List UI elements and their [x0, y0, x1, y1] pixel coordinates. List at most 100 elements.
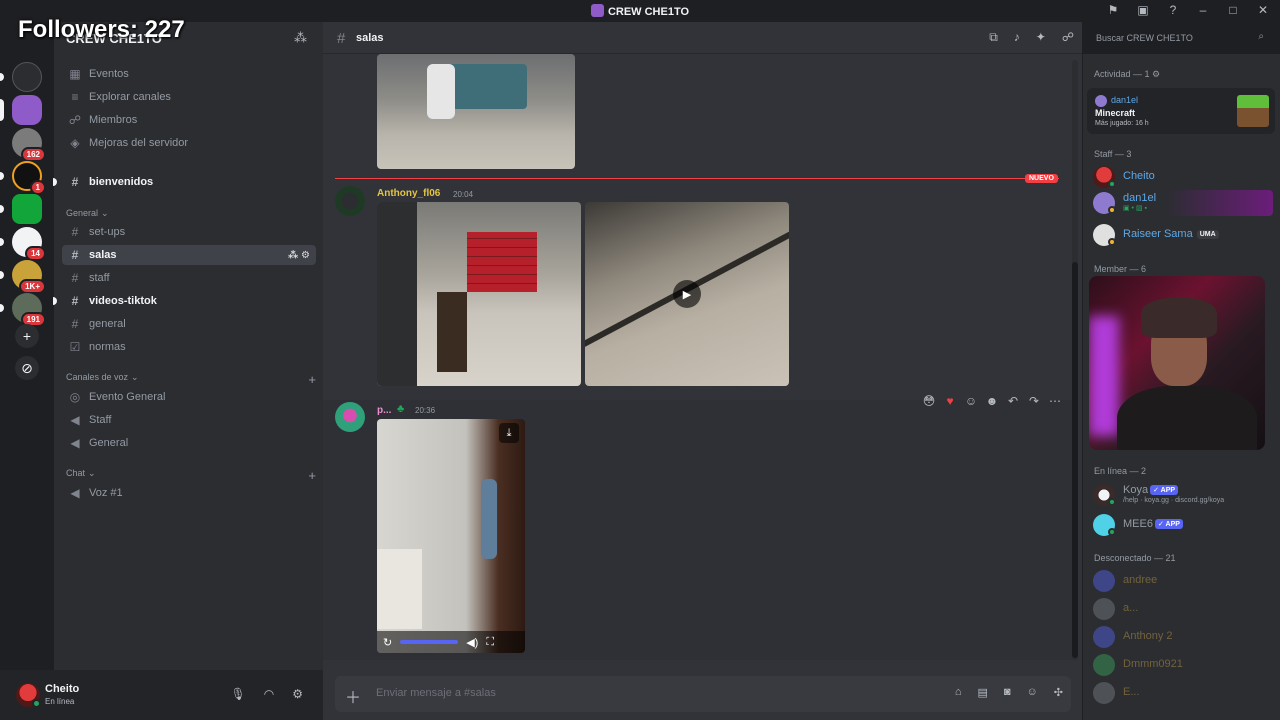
search-input[interactable]: Buscar CREW CHE1TO ⌕	[1090, 28, 1270, 48]
avatar[interactable]	[335, 186, 365, 216]
gear-icon[interactable]: ⚙	[301, 250, 310, 261]
attachment-image[interactable]	[377, 54, 575, 169]
scrollbar-thumb[interactable]	[1072, 262, 1078, 658]
add-channel-icon[interactable]: +	[308, 468, 316, 483]
pin-icon[interactable]: ✦	[1036, 30, 1046, 45]
server-item[interactable]: 14	[0, 227, 46, 261]
sidebar-item-events[interactable]: ▦ Eventos	[62, 64, 316, 84]
server-item[interactable]	[0, 62, 42, 92]
minimize-icon[interactable]: –	[1196, 3, 1210, 17]
add-server-button[interactable]: +	[15, 324, 39, 348]
member-list-icon[interactable]: ☍	[1062, 30, 1074, 45]
activity-card[interactable]: dan1el Minecraft Más jugado: 16 h	[1087, 88, 1275, 134]
message-composer[interactable]: ＋ Enviar mensaje a #salas ⌂ ▤ ◙ ☺ ✣	[335, 676, 1071, 712]
add-member-icon[interactable]: ⁂	[288, 250, 298, 261]
member-item[interactable]: MEE6 ✓ APP	[1093, 512, 1273, 538]
help-icon[interactable]: ?	[1166, 3, 1180, 17]
voice-channel-general[interactable]: ◀ General	[62, 433, 316, 453]
more-icon[interactable]: ⋯	[1048, 394, 1062, 408]
download-icon[interactable]: ⤓	[499, 423, 519, 443]
add-reaction-icon[interactable]: ☻	[985, 394, 999, 408]
server-item[interactable]: 191	[0, 293, 46, 327]
category-general[interactable]: General ⌄	[66, 208, 316, 219]
discover-button[interactable]: ⊘	[15, 356, 39, 380]
message-input[interactable]: Enviar mensaje a #salas	[376, 687, 496, 699]
member-item[interactable]: Dmmm0921	[1093, 652, 1273, 678]
voice-channel-staff[interactable]: ◀ Staff	[62, 410, 316, 430]
server-item-active[interactable]	[0, 95, 42, 125]
section-staff: Staff — 3	[1094, 149, 1132, 159]
gift-icon[interactable]: ⌂	[955, 686, 962, 699]
member-item[interactable]: Raiseer Sama UMA	[1093, 222, 1273, 248]
app-badge: ✓ APP	[1154, 519, 1183, 529]
category-voice[interactable]: Canales de voz ⌄ +	[66, 372, 316, 387]
gear-icon[interactable]: ⚙	[292, 687, 303, 701]
add-channel-icon[interactable]: +	[308, 372, 316, 387]
server-item[interactable]: 1K+	[0, 260, 46, 294]
channel-bienvenidos[interactable]: # bienvenidos	[53, 172, 316, 192]
attachment-video[interactable]: ▶	[585, 202, 789, 386]
play-icon[interactable]: ▶	[673, 280, 701, 308]
mute-bell-icon[interactable]: ♪	[1014, 30, 1020, 45]
category-chat[interactable]: Chat ⌄ +	[66, 468, 316, 483]
heart-emoji-icon[interactable]: ♥	[943, 394, 957, 408]
sidebar-item-boosts[interactable]: ◈ Mejoras del servidor	[62, 133, 316, 153]
avatar[interactable]	[335, 402, 365, 432]
reply-icon[interactable]: ↶	[1006, 394, 1020, 408]
channel-videos-tiktok[interactable]: # videos-tiktok	[53, 291, 316, 311]
attachment-video-player[interactable]: ⤓ ↻ ◀) ⛶	[377, 419, 525, 653]
member-item[interactable]: Cheito	[1093, 164, 1273, 190]
server-item[interactable]: 162	[12, 128, 46, 162]
member-item[interactable]: andree	[1093, 568, 1273, 594]
voice-channel-evento-general[interactable]: ◎ Evento General	[62, 387, 316, 407]
stage-icon: ◎	[69, 390, 81, 404]
channel-staff[interactable]: # staff	[62, 268, 316, 288]
apps-icon[interactable]: ✣	[1054, 686, 1063, 699]
unread-pip	[53, 297, 57, 305]
sidebar-item-browse[interactable]: ≡ Explorar canales	[62, 87, 316, 107]
message-timestamp: 20:36	[415, 406, 436, 415]
channel-normas[interactable]: ☑ normas	[62, 337, 316, 357]
threads-icon[interactable]: ⧉	[989, 30, 998, 45]
attach-plus-icon[interactable]: ＋	[345, 684, 361, 708]
message-author[interactable]: p...	[377, 405, 391, 416]
unread-pip	[0, 238, 4, 246]
fullscreen-icon[interactable]: ⛶	[486, 636, 494, 649]
server-item[interactable]	[0, 194, 42, 224]
gear-icon[interactable]: ⚙	[1152, 69, 1160, 79]
member-item[interactable]: dan1el ▣ • ▨ ▪	[1093, 190, 1273, 216]
microphone-icon[interactable]: 🎙︎	[231, 687, 246, 701]
server-item[interactable]: 1	[0, 161, 46, 195]
channel-general[interactable]: # general	[62, 314, 316, 334]
attachment-image[interactable]	[377, 202, 581, 386]
close-icon[interactable]: ✕	[1256, 3, 1270, 17]
flag-icon[interactable]: ⚑	[1106, 3, 1120, 17]
sticker-icon[interactable]: ◙	[1004, 686, 1011, 699]
channel-label: Evento General	[89, 391, 166, 403]
maximize-icon[interactable]: □	[1226, 3, 1240, 17]
replay-icon[interactable]: ↻	[383, 636, 392, 649]
window-title-text: CREW CHE1TO	[607, 6, 690, 18]
volume-icon[interactable]: ◀)	[466, 636, 478, 649]
member-item[interactable]: Anthony 2	[1093, 624, 1273, 650]
channel-label: Voz #1	[89, 487, 123, 499]
member-item[interactable]: Koya ✓ APP /help · koya.gg · discord.gg/k…	[1093, 482, 1273, 508]
inbox-icon[interactable]: ▣	[1136, 3, 1150, 17]
smile-emoji-icon[interactable]: ☺	[964, 394, 978, 408]
channel-salas[interactable]: # salas ⁂ ⚙	[62, 245, 316, 265]
headphones-icon[interactable]: ◠	[264, 687, 274, 701]
message-author[interactable]: Anthony_fl06	[377, 188, 440, 199]
emoji-icon[interactable]: ☺	[1027, 686, 1038, 699]
member-item[interactable]: a...	[1093, 596, 1273, 622]
forward-icon[interactable]: ↷	[1027, 394, 1041, 408]
sidebar-item-members[interactable]: ☍ Miembros	[62, 110, 316, 130]
invite-people-icon[interactable]: ⁂	[294, 30, 307, 46]
new-messages-badge: NUEVO	[1025, 174, 1058, 183]
video-progress[interactable]	[400, 640, 459, 644]
flushed-emoji-icon[interactable]: 😳	[922, 394, 936, 408]
voice-channel-voz-1[interactable]: ◀ Voz #1	[62, 483, 316, 503]
channel-set-ups[interactable]: # set-ups	[62, 222, 316, 242]
gif-icon[interactable]: ▤	[977, 686, 987, 699]
member-name: Koya ✓ APP	[1123, 484, 1179, 496]
member-item[interactable]: E...	[1093, 680, 1273, 706]
